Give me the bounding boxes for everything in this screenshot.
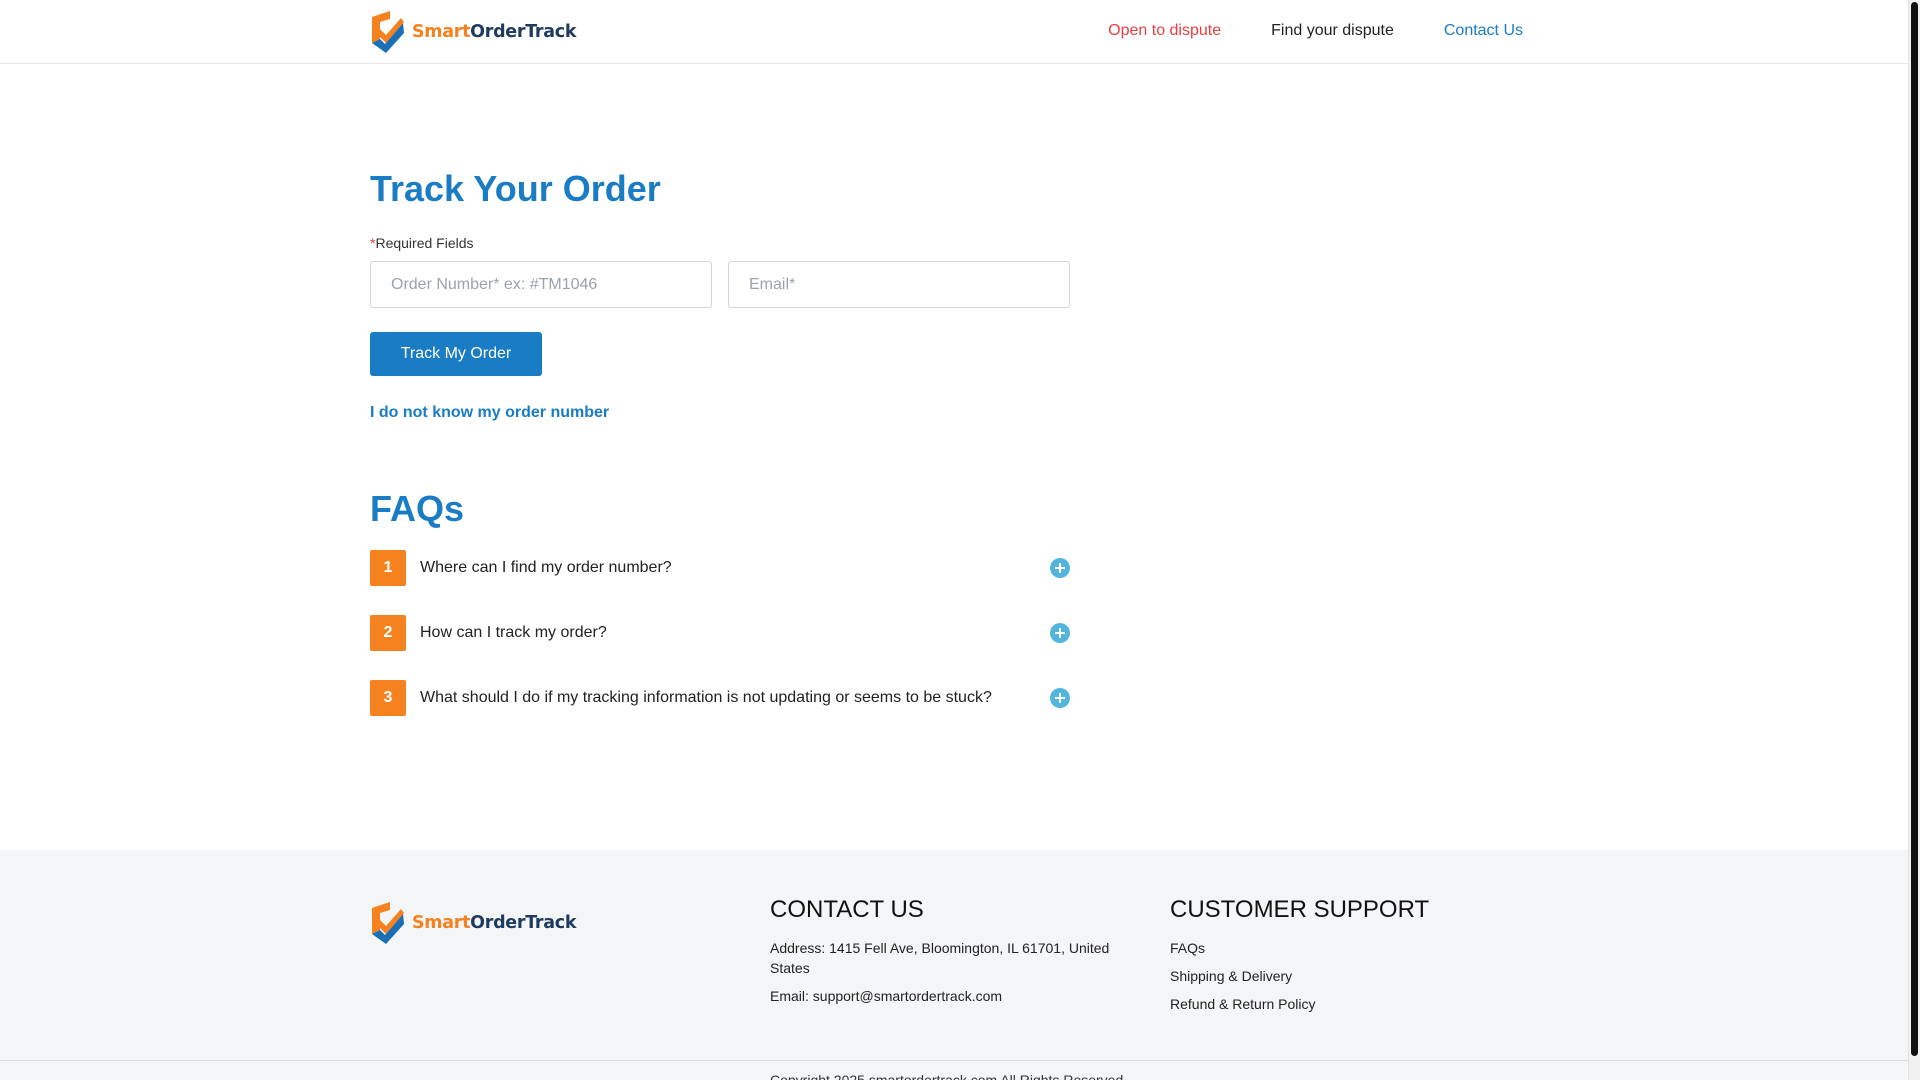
page-title: Track Your Order [370, 168, 661, 209]
logo-wordmark: SmartOrderTrack [412, 22, 577, 42]
footer-support: CUSTOMER SUPPORT FAQs Shipping & Deliver… [1170, 896, 1530, 1022]
footer-logo[interactable]: SmartOrderTrack [370, 900, 576, 946]
expand-plus-icon[interactable] [1050, 558, 1070, 578]
logo-check-icon [372, 11, 404, 53]
logo-check-icon [372, 902, 404, 944]
expand-plus-icon[interactable] [1050, 688, 1070, 708]
faq-list: 1 Where can I find my order number? 2 Ho… [370, 550, 1070, 716]
faq-question: How can I track my order? [420, 624, 607, 641]
footer-link-faqs[interactable]: FAQs [1170, 938, 1530, 958]
faq-number-badge: 3 [370, 680, 406, 716]
footer-address: Address: 1415 Fell Ave, Bloomington, IL … [770, 940, 1110, 976]
unknown-order-number-link[interactable]: I do not know my order number [370, 404, 609, 422]
logo-wordmark: SmartOrderTrack [412, 913, 577, 933]
nav-contact-us[interactable]: Contact Us [1444, 22, 1523, 40]
track-form [370, 261, 1070, 308]
support-heading: CUSTOMER SUPPORT [1170, 896, 1430, 923]
email-input[interactable] [728, 261, 1070, 308]
nav-open-dispute[interactable]: Open to dispute [1108, 22, 1221, 40]
header-logo[interactable]: SmartOrderTrack [370, 9, 576, 55]
footer-email[interactable]: Email: support@smartordertrack.com [770, 986, 1140, 1006]
faq-item[interactable]: 1 Where can I find my order number? [370, 550, 1070, 586]
nav-find-dispute[interactable]: Find your dispute [1271, 22, 1394, 40]
faq-number-badge: 1 [370, 550, 406, 586]
order-number-input[interactable] [370, 261, 712, 308]
faq-title: FAQs [370, 488, 465, 529]
contact-heading: CONTACT US [770, 896, 924, 923]
faq-item[interactable]: 2 How can I track my order? [370, 615, 1070, 651]
footer-link-refund[interactable]: Refund & Return Policy [1170, 994, 1530, 1014]
track-order-section: Track Your Order *Required Fields Track … [370, 168, 1070, 745]
site-header: SmartOrderTrack Open to dispute Find you… [0, 0, 1908, 64]
footer-link-shipping[interactable]: Shipping & Delivery [1170, 966, 1530, 986]
faq-number-badge: 2 [370, 615, 406, 651]
faq-item[interactable]: 3 What should I do if my tracking inform… [370, 680, 1070, 716]
site-footer: SmartOrderTrack CONTACT US Address: 1415… [0, 850, 1908, 1080]
expand-plus-icon[interactable] [1050, 623, 1070, 643]
footer-divider [0, 1060, 1908, 1061]
copyright: Copyright 2025 smartordertrack.com All R… [770, 1072, 1124, 1080]
required-fields-note: *Required Fields [370, 235, 1070, 251]
scrollbar-thumb[interactable] [1911, 2, 1918, 1056]
main-nav: Open to dispute Find your dispute Contac… [1108, 22, 1523, 40]
page-viewport: SmartOrderTrack Open to dispute Find you… [0, 0, 1908, 1080]
faq-question: Where can I find my order number? [420, 559, 672, 576]
faq-question: What should I do if my tracking informat… [420, 689, 992, 706]
required-text: Required Fields [375, 235, 474, 251]
footer-contact: CONTACT US Address: 1415 Fell Ave, Bloom… [770, 896, 1130, 1014]
page-scrollbar[interactable] [1908, 0, 1920, 1080]
track-my-order-button[interactable]: Track My Order [370, 332, 542, 376]
